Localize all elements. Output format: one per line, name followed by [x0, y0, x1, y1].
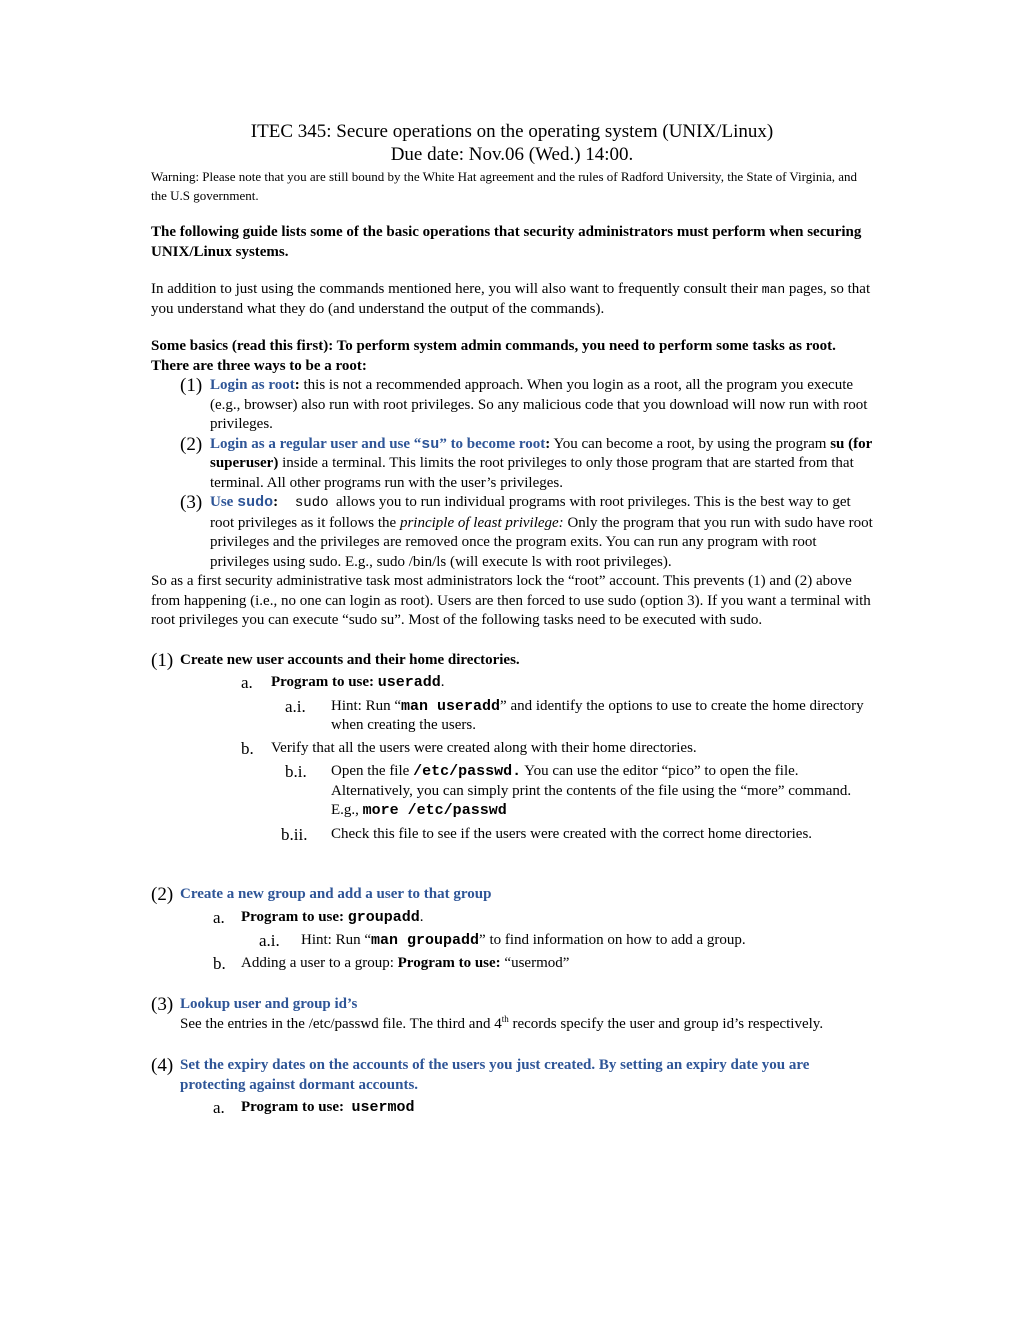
- program-label: Program to use:: [241, 908, 348, 925]
- list-label: a.: [213, 907, 225, 927]
- su-code: su: [421, 435, 440, 453]
- program-label: Program to use:: [397, 954, 501, 971]
- task-1-b-i: b.i. Open the file /etc/passwd. You can …: [151, 762, 873, 821]
- usermod-code: usermod: [351, 1099, 415, 1116]
- adding-text: Adding a user to a group:: [241, 954, 398, 971]
- program-label: Program to use:: [271, 674, 378, 690]
- label-post: ” to become root: [439, 435, 546, 452]
- task-title: Create a new group and add a user to tha…: [180, 886, 492, 902]
- check-text: Check this file to see if the users were…: [331, 825, 813, 842]
- task-title: Set the expiry dates on the accounts of …: [180, 1057, 810, 1093]
- list-label: a.i.: [285, 696, 306, 716]
- usermod-text: “usermod”: [500, 954, 570, 971]
- verify-text: Verify that all the users were created a…: [271, 739, 697, 756]
- document-page: ITEC 345: Secure operations on the opera…: [151, 120, 873, 1118]
- man-code: man: [761, 282, 786, 297]
- task-2: (2) Create a new group and add a user to…: [151, 885, 873, 905]
- item-label: Login as root: [210, 377, 295, 393]
- task-1-a-i: a.i. Hint: Run “man useradd” and identif…: [151, 697, 873, 736]
- man-groupadd-code: man groupadd: [371, 932, 480, 949]
- task-text: See the entries in the /etc/passwd file.…: [180, 1015, 502, 1032]
- superscript: th: [501, 1013, 509, 1024]
- task-1-b: b. Verify that all the users were create…: [151, 739, 873, 759]
- intro-text: In addition to just using the commands m…: [151, 281, 762, 297]
- task-2-a: a. Program to use: groupadd.: [151, 908, 873, 928]
- item-number: (1): [180, 375, 203, 396]
- period: .: [440, 674, 445, 690]
- item-text-end: inside a terminal. This limits the root …: [210, 455, 854, 491]
- basics-summary: So as a first security administrative ta…: [151, 573, 871, 628]
- basics-heading: Some basics (read this first): To perfor…: [151, 338, 836, 374]
- task-1-b-ii: b.ii. Check this file to see if the user…: [151, 825, 873, 845]
- hint-text-end: ” to find information on how to add a gr…: [479, 932, 746, 948]
- task-2-b: b. Adding a user to a group: Program to …: [151, 954, 873, 974]
- item-number: (3): [180, 492, 203, 513]
- item-text: You can become a root, by using the prog…: [550, 435, 831, 452]
- basics-item-1: (1) Login as root: this is not a recomme…: [151, 376, 873, 435]
- list-label: a.i.: [259, 931, 280, 950]
- basics-item-2: (2) Login as a regular user and use “su”…: [151, 433, 873, 494]
- list-label: b.: [241, 738, 254, 758]
- task-title: Create new user accounts and their home …: [180, 651, 520, 668]
- warning-note: Warning: Please note that you are still …: [151, 169, 858, 203]
- groupadd-code: groupadd: [347, 908, 420, 926]
- label-pre: Use: [210, 494, 238, 510]
- man-useradd-code: man useradd: [401, 697, 501, 715]
- item-label: Login as a regular user and use “su” to …: [210, 435, 546, 453]
- list-label: b.i.: [285, 762, 307, 781]
- passwd-code: /etc/passwd.: [413, 763, 522, 780]
- list-label: a.: [213, 1098, 225, 1117]
- intro-paragraph: In addition to just using the commands m…: [151, 280, 873, 319]
- item-number: (2): [180, 433, 203, 455]
- due-date: Due date: Nov.06 (Wed.) 14:00.: [390, 144, 634, 165]
- task-1-a: a. Program to use: useradd.: [151, 673, 873, 693]
- task-4-a: a. Program to use: usermod: [151, 1098, 873, 1118]
- task-number: (3): [151, 994, 174, 1015]
- item-label: Use sudo: [210, 494, 274, 511]
- period: .: [419, 908, 424, 925]
- more-passwd-code: more /etc/passwd: [362, 802, 507, 819]
- task-number: (4): [151, 1055, 174, 1076]
- list-label: b.ii.: [281, 824, 308, 844]
- hint-text: Hint: Run “: [301, 932, 371, 948]
- task-text-end: records specify the user and group id’s …: [508, 1015, 824, 1032]
- task-4: (4) Set the expiry dates on the accounts…: [151, 1056, 873, 1095]
- useradd-code: useradd: [377, 674, 441, 691]
- label-pre: Login as a regular user and use “: [210, 435, 422, 452]
- list-label: a.: [241, 673, 253, 692]
- document-title: ITEC 345: Secure operations on the opera…: [250, 121, 774, 142]
- item-italic: principle of least privilege:: [399, 514, 564, 531]
- intro-bold: The following guide lists some of the ba…: [151, 224, 862, 260]
- task-title: Lookup user and group id’s: [180, 996, 358, 1012]
- task-1: (1) Create new user accounts and their h…: [151, 649, 873, 671]
- list-label: b.: [213, 953, 226, 973]
- open-text: Open the file: [331, 763, 414, 779]
- task-number: (1): [151, 649, 174, 671]
- task-3: (3) Lookup user and group id’s See the e…: [151, 995, 873, 1034]
- task-number: (2): [151, 884, 174, 905]
- task-2-a-i: a.i. Hint: Run “man groupadd” to find in…: [151, 931, 873, 951]
- sudo-plain-code: sudo: [278, 495, 329, 511]
- program-label: Program to use:: [241, 1099, 352, 1115]
- hint-text: Hint: Run “: [331, 697, 401, 714]
- item-text: this is not a recommended approach. When…: [210, 377, 868, 432]
- basics-item-3: (3) Use sudo: sudo allows you to run ind…: [151, 493, 873, 572]
- sudo-code: sudo: [237, 494, 274, 511]
